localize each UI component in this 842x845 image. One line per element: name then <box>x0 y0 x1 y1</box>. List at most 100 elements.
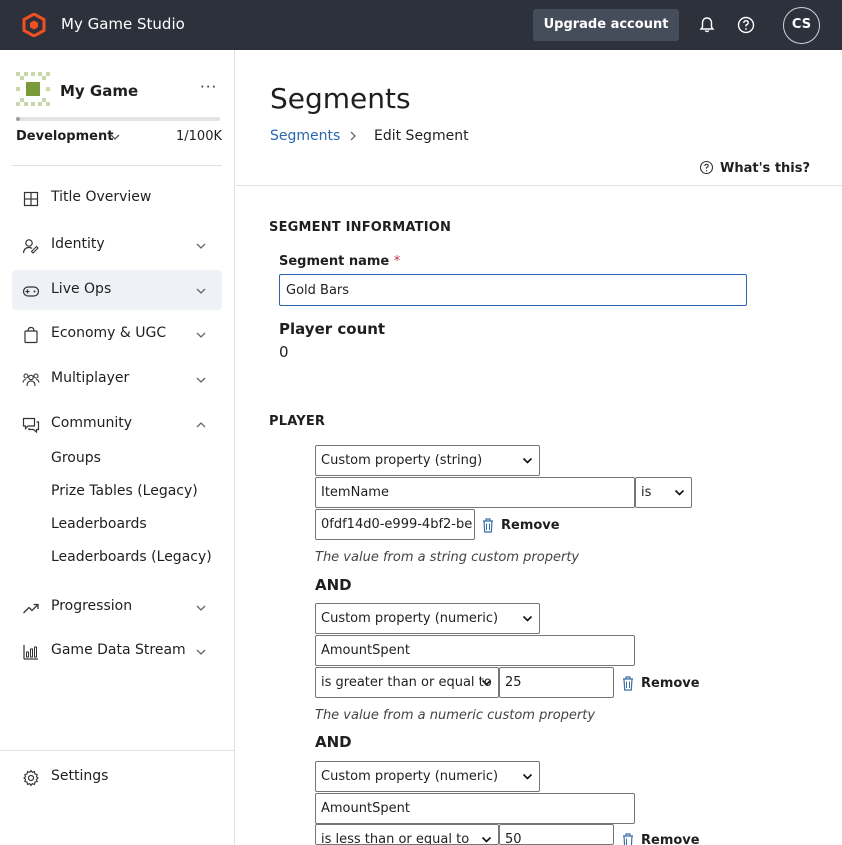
filter-property-input[interactable]: ItemName <box>315 477 635 508</box>
usage-progress-fill <box>16 117 21 121</box>
usage-count: 1/100K <box>176 129 222 144</box>
remove-filter-button[interactable]: Remove <box>641 676 700 691</box>
game-name[interactable]: My Game <box>60 82 138 100</box>
nav-multiplayer[interactable]: Multiplayer <box>12 359 222 399</box>
people-icon <box>22 373 40 387</box>
breadcrumb-edit-segment: Edit Segment <box>374 128 469 144</box>
player-count-label: Player count <box>279 320 386 338</box>
chevron-down-icon[interactable] <box>109 131 121 143</box>
filter-type-value: Custom property (numeric) <box>321 611 499 626</box>
shopping-bag-icon <box>24 326 38 344</box>
filter-type-select[interactable]: Custom property (numeric) <box>315 761 540 792</box>
segment-name-label: Segment name * <box>279 254 400 269</box>
filter-value-input[interactable]: 50 <box>499 824 614 845</box>
nav-community[interactable]: Community <box>12 404 222 444</box>
usage-progress-bar <box>16 117 220 121</box>
identity-icon <box>22 239 39 254</box>
chevron-down-icon[interactable] <box>194 601 208 615</box>
nav-identity[interactable]: Identity <box>12 225 222 265</box>
grid-icon <box>23 191 39 207</box>
divider <box>12 165 222 166</box>
nav-game-data-stream[interactable]: Game Data Stream <box>12 631 222 671</box>
chevron-down-icon <box>522 615 533 622</box>
filter-operator-select[interactable]: is <box>635 477 692 508</box>
chevron-up-icon[interactable] <box>194 418 208 432</box>
page-title: Segments <box>270 82 411 115</box>
divider <box>0 750 234 751</box>
nav-live-ops[interactable]: Live Ops <box>12 270 222 310</box>
chevron-down-icon[interactable] <box>194 239 208 253</box>
help-icon[interactable] <box>699 160 714 175</box>
chevron-down-icon[interactable] <box>194 328 208 342</box>
segment-name-input[interactable] <box>279 274 747 306</box>
trash-icon[interactable] <box>621 675 635 691</box>
filter-operator-value: is <box>641 485 652 500</box>
nav-settings[interactable]: Settings <box>12 757 222 797</box>
nav-title-overview[interactable]: Title Overview <box>12 178 222 218</box>
environment-selector[interactable]: Development <box>16 129 113 144</box>
nav-progression[interactable]: Progression <box>12 587 222 627</box>
nav-sub-groups[interactable]: Groups <box>51 450 101 466</box>
gear-icon <box>23 769 39 787</box>
remove-filter-button[interactable]: Remove <box>641 833 700 845</box>
gamestudio-logo-icon[interactable] <box>22 13 46 37</box>
whats-this-link[interactable]: What's this? <box>720 161 810 176</box>
filter-operator-value: is less than or equal to <box>321 832 470 845</box>
nav-sub-leaderboards[interactable]: Leaderboards <box>51 516 147 532</box>
chevron-down-icon <box>522 773 533 780</box>
filter-operator-select[interactable]: is greater than or equal to <box>315 667 499 698</box>
filter-type-value: Custom property (numeric) <box>321 769 499 784</box>
chevron-down-icon[interactable] <box>194 373 208 387</box>
nav-label: Community <box>51 415 133 431</box>
chevron-down-icon <box>481 836 492 843</box>
filter-property-input[interactable]: AmountSpent <box>315 635 635 666</box>
chevron-down-icon[interactable] <box>194 284 208 298</box>
chevron-down-icon <box>674 489 685 496</box>
studio-name[interactable]: My Game Studio <box>61 15 185 33</box>
section-heading-player: PLAYER <box>269 414 326 429</box>
more-options-button[interactable]: ··· <box>200 78 217 96</box>
nav-economy-ugc[interactable]: Economy & UGC <box>12 314 222 354</box>
section-heading-segment-information: SEGMENT INFORMATION <box>269 220 452 235</box>
gamepad-icon <box>22 286 40 297</box>
nav-label: Progression <box>51 598 133 614</box>
chevron-right-icon <box>350 131 356 141</box>
player-count-value: 0 <box>279 343 289 361</box>
user-avatar[interactable]: CS <box>783 7 820 44</box>
filter-operator-value: is greater than or equal to <box>321 675 492 690</box>
upgrade-account-button[interactable]: Upgrade account <box>533 9 679 41</box>
and-operator-label: AND <box>315 576 352 594</box>
nav-label: Multiplayer <box>51 370 130 386</box>
breadcrumb-segments[interactable]: Segments <box>270 128 340 144</box>
nav-label: Game Data Stream <box>51 642 186 658</box>
filter-type-select[interactable]: Custom property (string) <box>315 445 540 476</box>
sidebar: My Game ··· Development 1/100K Title Ove… <box>0 50 235 845</box>
filter-operator-select[interactable]: is less than or equal to <box>315 824 499 845</box>
filter-type-select[interactable]: Custom property (numeric) <box>315 603 540 634</box>
nav-sub-prize-tables-legacy[interactable]: Prize Tables (Legacy) <box>51 483 198 499</box>
filter-type-value: Custom property (string) <box>321 453 483 468</box>
trash-icon[interactable] <box>621 832 635 845</box>
trend-icon <box>23 603 39 614</box>
filter-value-input[interactable]: 0fdf14d0-e999-4bf2-be <box>315 509 475 540</box>
nav-label: Identity <box>51 236 105 252</box>
nav-sub-leaderboards-legacy[interactable]: Leaderboards (Legacy) <box>51 549 212 565</box>
nav-label: Live Ops <box>51 281 112 297</box>
help-icon[interactable] <box>736 15 756 35</box>
nav-label: Title Overview <box>51 189 152 205</box>
divider <box>236 185 842 186</box>
trash-icon[interactable] <box>481 517 495 533</box>
filter-value-input[interactable]: 25 <box>499 667 614 698</box>
chevron-down-icon[interactable] <box>194 645 208 659</box>
bell-icon[interactable] <box>697 15 717 35</box>
nav-label: Settings <box>51 768 109 784</box>
nav-label: Economy & UGC <box>51 325 167 341</box>
chevron-down-icon <box>522 457 533 464</box>
filter-property-input[interactable]: AmountSpent <box>315 793 635 824</box>
chat-icon <box>22 417 40 434</box>
remove-filter-button[interactable]: Remove <box>501 518 560 533</box>
bar-chart-icon <box>23 645 38 660</box>
chevron-down-icon <box>481 679 492 686</box>
required-mark: * <box>393 254 401 269</box>
and-operator-label: AND <box>315 733 352 751</box>
